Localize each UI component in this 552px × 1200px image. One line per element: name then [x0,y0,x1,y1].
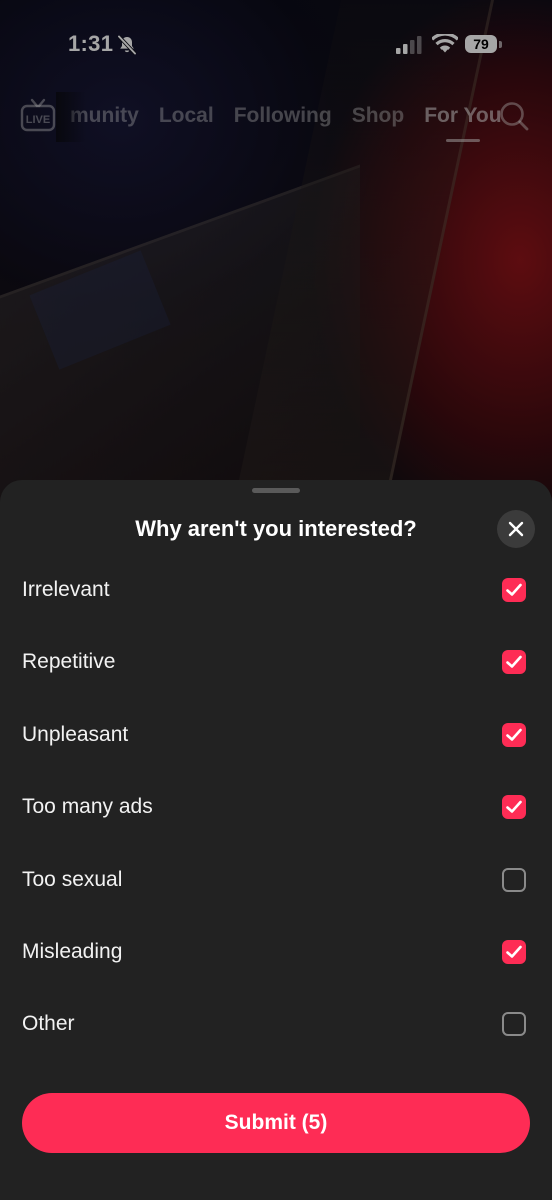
reason-checkbox[interactable] [502,578,526,602]
reason-checkbox[interactable] [502,795,526,820]
checkmark-icon [506,945,522,958]
close-icon [508,521,524,537]
reason-label: Misleading [22,939,123,963]
sheet-grabber[interactable] [252,488,300,493]
reason-too-sexual[interactable]: Too sexual [0,844,552,916]
reason-repetitive[interactable]: Repetitive [0,626,552,698]
reason-label: Other [22,1012,75,1036]
reason-irrelevant[interactable]: Irrelevant [0,554,552,626]
checkmark-icon [506,583,522,596]
not-interested-sheet: Why aren't you interested? Irrelevant Re… [0,480,552,1200]
reason-too-many-ads[interactable]: Too many ads [0,771,552,843]
reason-label: Repetitive [22,650,116,674]
reason-list: Irrelevant Repetitive Unpleasant Too man… [0,554,552,1061]
close-button[interactable] [497,510,535,548]
checkmark-icon [506,800,522,813]
reason-checkbox[interactable] [502,650,526,675]
reason-misleading[interactable]: Misleading [0,916,552,988]
checkmark-icon [506,728,522,741]
reason-label: Too sexual [22,867,123,891]
reason-checkbox[interactable] [502,1012,526,1037]
reason-checkbox[interactable] [502,939,526,964]
reason-checkbox[interactable] [502,867,526,892]
reason-label: Unpleasant [22,722,129,746]
reason-label: Irrelevant [22,578,110,601]
checkmark-icon [506,656,522,669]
sheet-title: Why aren't you interested? [135,516,417,541]
reason-other[interactable]: Other [0,988,552,1060]
reason-unpleasant[interactable]: Unpleasant [0,699,552,771]
submit-button[interactable]: Submit (5) [22,1093,530,1153]
screen: 1:31 79 LIVE munity Local Following Shop… [0,0,552,1200]
reason-checkbox[interactable] [502,722,526,747]
reason-label: Too many ads [22,795,153,819]
